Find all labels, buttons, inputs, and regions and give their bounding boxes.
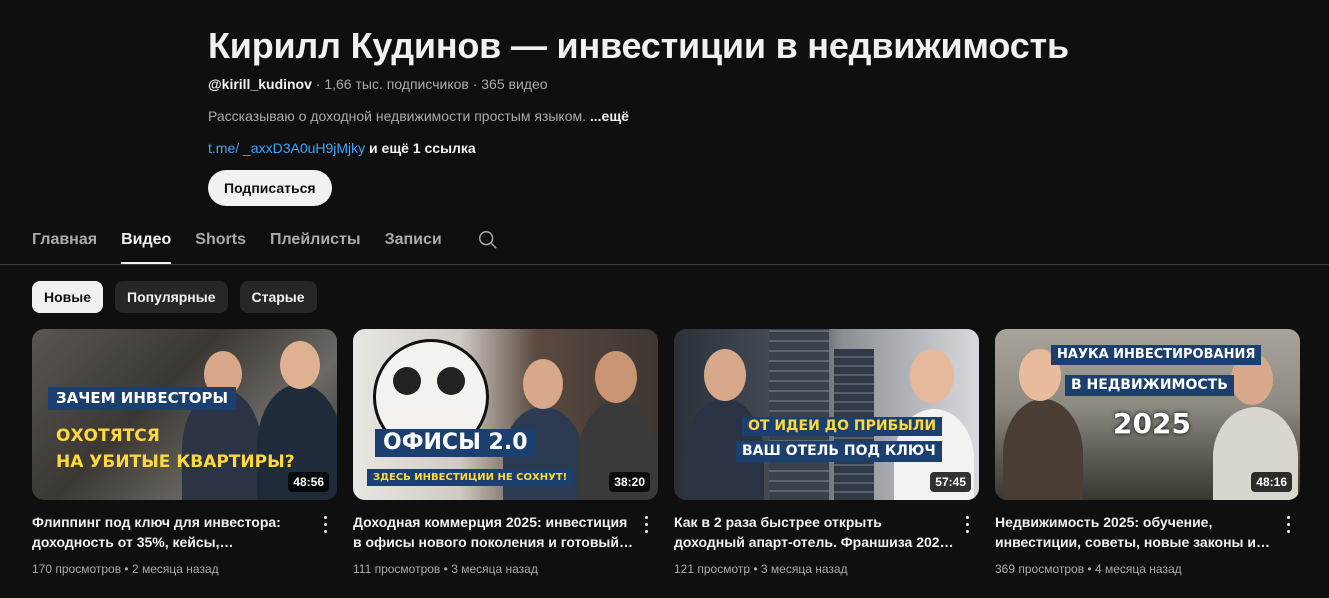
view-count: 111 просмотров bbox=[353, 562, 441, 576]
search-icon[interactable] bbox=[476, 216, 500, 264]
video-duration: 48:56 bbox=[288, 472, 329, 492]
channel-stats: · 1,66 тыс. подписчиков · 365 видео bbox=[311, 76, 548, 92]
tab-posts[interactable]: Записи bbox=[385, 216, 442, 264]
sort-chips: Новые Популярные Старые bbox=[32, 281, 329, 313]
telegram-link[interactable]: t.me/ _axxD3A0uH9jMjky bbox=[208, 140, 365, 156]
chip-newest[interactable]: Новые bbox=[32, 281, 104, 313]
view-count: 170 просмотров bbox=[32, 562, 122, 576]
video-title[interactable]: Флиппинг под ключ для инвестора: доходно… bbox=[32, 512, 313, 552]
video-duration: 38:20 bbox=[609, 472, 650, 492]
description-more-link[interactable]: ...ещё bbox=[590, 108, 629, 124]
video-title[interactable]: Как в 2 раза быстрее открыть доходный ап… bbox=[674, 512, 955, 552]
tab-home[interactable]: Главная bbox=[32, 216, 97, 264]
view-count: 121 просмотр bbox=[674, 562, 751, 576]
video-card: ЗАЧЕМ ИНВЕСТОРЫ ОХОТЯТСЯ НА УБИТЫЕ КВАРТ… bbox=[32, 329, 337, 578]
upload-age: 2 месяца назад bbox=[131, 562, 219, 576]
channel-links: t.me/ _axxD3A0uH9jMjky и ещё 1 ссылка bbox=[208, 138, 1208, 158]
tabs-divider bbox=[0, 264, 1329, 265]
thumbnail-caption: ЗДЕСЬ ИНВЕСТИЦИИ НЕ СОХНУТ! bbox=[367, 469, 574, 486]
video-meta: 111 просмотров • 3 месяца назад bbox=[353, 562, 538, 576]
channel-tabs: Главная Видео Shorts Плейлисты Записи bbox=[32, 216, 500, 264]
thumbnail-caption: ЗАЧЕМ ИНВЕСТОРЫ bbox=[48, 387, 237, 410]
video-thumbnail[interactable]: ОФИСЫ 2.0 ЗДЕСЬ ИНВЕСТИЦИИ НЕ СОХНУТ! 38… bbox=[353, 329, 658, 500]
thumbnail-caption: НА УБИТЫЕ КВАРТИРЫ? bbox=[56, 452, 295, 472]
thumbnail-caption: ВАШ ОТЕЛЬ ПОД КЛЮЧ bbox=[736, 441, 942, 463]
more-actions-icon[interactable] bbox=[1276, 512, 1300, 578]
video-title[interactable]: Доходная коммерция 2025: инвестиция в оф… bbox=[353, 512, 634, 552]
description-text: Рассказываю о доходной недвижимости прос… bbox=[208, 108, 590, 124]
video-grid: ЗАЧЕМ ИНВЕСТОРЫ ОХОТЯТСЯ НА УБИТЫЕ КВАРТ… bbox=[32, 329, 1300, 578]
more-actions-icon[interactable] bbox=[955, 512, 979, 578]
video-thumbnail[interactable]: ЗАЧЕМ ИНВЕСТОРЫ ОХОТЯТСЯ НА УБИТЫЕ КВАРТ… bbox=[32, 329, 337, 500]
video-card: ОТ ИДЕИ ДО ПРИБЫЛИ ВАШ ОТЕЛЬ ПОД КЛЮЧ 57… bbox=[674, 329, 979, 578]
thumbnail-caption: ОХОТЯТСЯ bbox=[56, 426, 160, 446]
video-duration: 48:16 bbox=[1251, 472, 1292, 492]
video-title[interactable]: Недвижимость 2025: обучение, инвестиции,… bbox=[995, 512, 1276, 552]
video-card: ОФИСЫ 2.0 ЗДЕСЬ ИНВЕСТИЦИИ НЕ СОХНУТ! 38… bbox=[353, 329, 658, 578]
thumbnail-caption: ОФИСЫ 2.0 bbox=[375, 429, 536, 458]
more-actions-icon[interactable] bbox=[634, 512, 658, 578]
thumbnail-caption: ОТ ИДЕИ ДО ПРИБЫЛИ bbox=[742, 417, 943, 437]
video-duration: 57:45 bbox=[930, 472, 971, 492]
video-thumbnail[interactable]: ОТ ИДЕИ ДО ПРИБЫЛИ ВАШ ОТЕЛЬ ПОД КЛЮЧ 57… bbox=[674, 329, 979, 500]
tab-playlists[interactable]: Плейлисты bbox=[270, 216, 361, 264]
subscribe-button[interactable]: Подписаться bbox=[208, 170, 332, 206]
thumbnail-caption: НАУКА ИНВЕСТИРОВАНИЯ bbox=[1051, 345, 1262, 366]
thumbnail-caption: 2025 bbox=[1113, 407, 1191, 440]
chip-popular[interactable]: Популярные bbox=[115, 281, 228, 313]
upload-age: 4 месяца назад bbox=[1094, 562, 1182, 576]
more-links[interactable]: и ещё 1 ссылка bbox=[365, 140, 476, 156]
chip-oldest[interactable]: Старые bbox=[239, 281, 317, 313]
upload-age: 3 месяца назад bbox=[451, 562, 538, 576]
tab-videos[interactable]: Видео bbox=[121, 216, 172, 264]
channel-description[interactable]: Рассказываю о доходной недвижимости прос… bbox=[208, 106, 1208, 126]
tab-shorts[interactable]: Shorts bbox=[195, 216, 246, 264]
view-count: 369 просмотров bbox=[995, 562, 1085, 576]
video-card: НАУКА ИНВЕСТИРОВАНИЯ В НЕДВИЖИМОСТЬ 2025… bbox=[995, 329, 1300, 578]
channel-title: Кирилл Кудинов — инвестиции в недвижимос… bbox=[208, 25, 1069, 66]
channel-meta: @kirill_kudinov · 1,66 тыс. подписчиков … bbox=[208, 74, 1208, 94]
video-thumbnail[interactable]: НАУКА ИНВЕСТИРОВАНИЯ В НЕДВИЖИМОСТЬ 2025… bbox=[995, 329, 1300, 500]
video-meta: 369 просмотров • 4 месяца назад bbox=[995, 562, 1182, 576]
more-actions-icon[interactable] bbox=[313, 512, 337, 578]
thumbnail-caption: В НЕДВИЖИМОСТЬ bbox=[1065, 375, 1234, 397]
upload-age: 3 месяца назад bbox=[760, 562, 848, 576]
video-meta: 170 просмотров • 2 месяца назад bbox=[32, 562, 219, 576]
video-meta: 121 просмотр • 3 месяца назад bbox=[674, 562, 848, 576]
channel-handle: @kirill_kudinov bbox=[208, 76, 312, 92]
channel-header: Кирилл Кудинов — инвестиции в недвижимос… bbox=[208, 24, 1208, 206]
